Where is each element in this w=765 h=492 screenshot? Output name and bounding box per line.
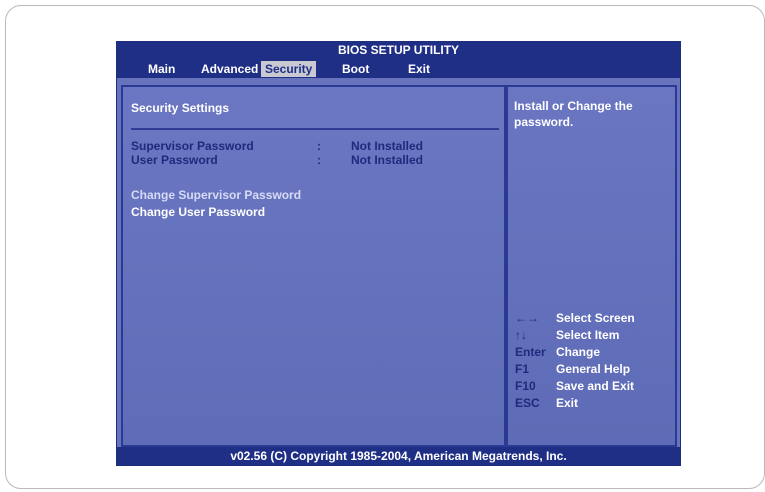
help-text-line-2: password. bbox=[514, 115, 574, 129]
tab-security[interactable]: Security bbox=[261, 61, 317, 77]
user-password-status: Not Installed bbox=[351, 153, 424, 167]
key-desc-save-and-exit: Save and Exit bbox=[556, 379, 635, 393]
key-desc-select-screen: Select Screen bbox=[556, 311, 635, 325]
key-enter: Enter bbox=[515, 345, 546, 359]
tab-advanced[interactable]: Advanced bbox=[197, 61, 262, 77]
tab-exit[interactable]: Exit bbox=[404, 61, 434, 77]
help-panel: Install or Change the password. ←→ Selec… bbox=[506, 85, 677, 447]
user-password-separator: : bbox=[317, 153, 321, 167]
key-desc-change: Change bbox=[556, 345, 601, 359]
key-esc: ESC bbox=[515, 396, 540, 410]
section-title: Security Settings bbox=[131, 101, 230, 115]
tab-boot[interactable]: Boot bbox=[338, 61, 373, 77]
bios-window: BIOS SETUP UTILITY Main Advanced Securit… bbox=[117, 42, 680, 465]
tab-main[interactable]: Main bbox=[144, 61, 179, 77]
change-supervisor-password-item[interactable]: Change Supervisor Password bbox=[131, 188, 301, 202]
section-divider bbox=[131, 128, 499, 130]
arrow-left-right-icon: ←→ bbox=[515, 311, 539, 325]
bios-title: BIOS SETUP UTILITY bbox=[117, 42, 680, 59]
copyright-footer: v02.56 (C) Copyright 1985-2004, American… bbox=[117, 447, 680, 465]
arrow-up-down-icon: ↑↓ bbox=[515, 328, 527, 342]
supervisor-password-label: Supervisor Password bbox=[131, 139, 254, 153]
supervisor-password-separator: : bbox=[317, 139, 321, 153]
tab-bar: Main Advanced Security Boot Exit bbox=[117, 59, 680, 78]
key-desc-select-item: Select Item bbox=[556, 328, 620, 342]
key-f1: F1 bbox=[515, 362, 530, 376]
settings-panel: Security Settings Supervisor Password : … bbox=[121, 85, 506, 447]
key-f10: F10 bbox=[515, 379, 536, 393]
key-desc-general-help: General Help bbox=[556, 362, 631, 376]
key-desc-exit: Exit bbox=[556, 396, 579, 410]
user-password-label: User Password bbox=[131, 153, 218, 167]
help-text-line-1: Install or Change the bbox=[514, 99, 633, 113]
change-user-password-item[interactable]: Change User Password bbox=[131, 205, 265, 219]
supervisor-password-status: Not Installed bbox=[351, 139, 424, 153]
